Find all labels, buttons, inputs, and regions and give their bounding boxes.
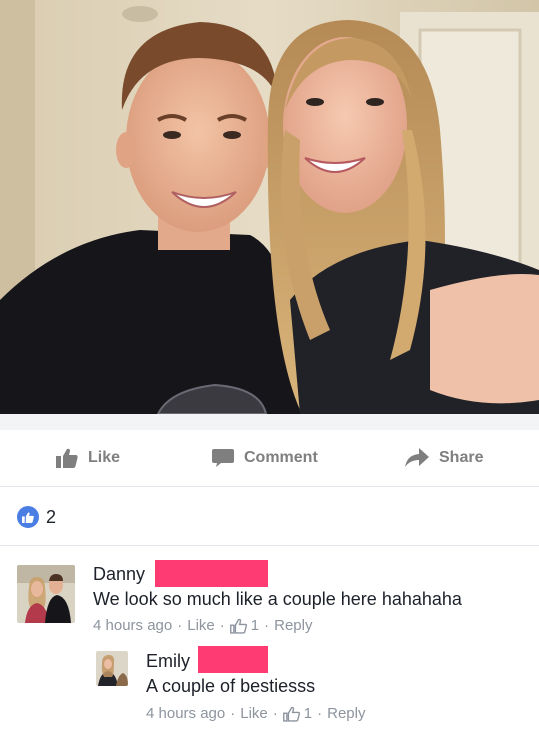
comment-timestamp[interactable]: 4 hours ago xyxy=(146,705,225,722)
avatar[interactable] xyxy=(17,565,75,623)
comment-text: We look so much like a couple here hahah… xyxy=(93,589,462,609)
thumbs-up-outline-icon xyxy=(229,618,247,634)
like-button[interactable]: Like xyxy=(56,430,120,486)
comment-like-count[interactable]: 1 xyxy=(251,617,259,634)
share-arrow-icon xyxy=(405,448,429,468)
post-photo[interactable] xyxy=(0,0,539,414)
redaction-bar xyxy=(198,646,268,673)
comment-like-link[interactable]: Like xyxy=(187,617,215,634)
reaction-summary[interactable]: 2 xyxy=(0,487,539,546)
redaction-bar xyxy=(155,560,268,587)
comment-meta: 4 hours ago · Like · 1 · Reply xyxy=(93,617,313,634)
avatar[interactable] xyxy=(96,651,128,686)
comment-reply-link[interactable]: Reply xyxy=(274,617,312,634)
speech-bubble-icon xyxy=(212,448,234,468)
comment-button[interactable]: Comment xyxy=(212,430,318,486)
thumbs-up-icon xyxy=(17,506,39,528)
comment-reply-link[interactable]: Reply xyxy=(327,705,365,722)
comment-label: Comment xyxy=(244,449,318,466)
post-action-bar: Like Comment Share xyxy=(0,430,539,487)
comment-like-count[interactable]: 1 xyxy=(304,705,312,722)
share-button[interactable]: Share xyxy=(405,430,483,486)
comment-timestamp[interactable]: 4 hours ago xyxy=(93,617,172,634)
commenter-name[interactable]: Emily xyxy=(146,651,190,672)
comment-meta: 4 hours ago · Like · 1 · Reply xyxy=(146,705,366,722)
photo-divider xyxy=(0,414,539,430)
reaction-count: 2 xyxy=(46,507,57,527)
thumbs-up-outline-icon xyxy=(282,706,300,722)
comment-like-link[interactable]: Like xyxy=(240,705,268,722)
share-label: Share xyxy=(439,449,484,466)
thumbs-up-icon xyxy=(56,448,78,468)
commenter-name[interactable]: Danny xyxy=(93,564,145,585)
like-label: Like xyxy=(88,449,121,466)
selfie-image xyxy=(0,0,539,414)
comment-text: A couple of bestiesss xyxy=(146,676,316,696)
